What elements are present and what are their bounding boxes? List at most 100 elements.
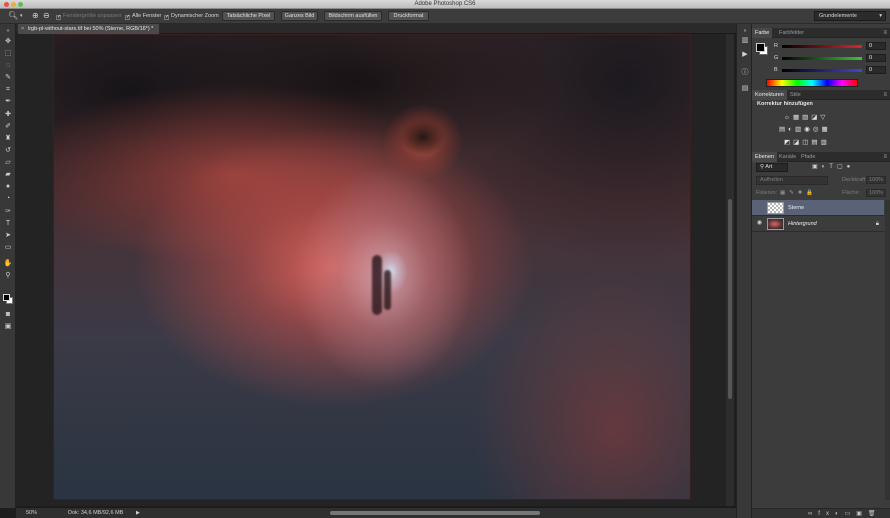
pen-tool-icon[interactable]: ✑ <box>2 207 14 217</box>
fill-screen-button[interactable]: Bildschirm ausfüllen <box>324 11 382 21</box>
clone-stamp-tool-icon[interactable]: ♜ <box>2 134 14 144</box>
document-tab[interactable]: × lrgb-pl-without-stars.tif bei 50% (Ste… <box>18 24 160 34</box>
print-size-button[interactable]: Druckformat <box>388 11 429 21</box>
screen-mode-icon[interactable]: ▣ <box>2 322 14 332</box>
gradient-tool-icon[interactable]: ▰ <box>2 170 14 180</box>
tab-channels[interactable]: Kanäle <box>776 152 799 162</box>
expand-arrows-icon[interactable]: « <box>740 26 750 36</box>
adjustment-icons-row-1[interactable]: ☼▦▨◪▽ <box>784 113 828 122</box>
fill-label: Fläche: <box>842 190 861 196</box>
zoom-level[interactable]: 50% <box>26 508 37 518</box>
layer-thumbnail[interactable] <box>767 218 784 230</box>
panel-menu-icon[interactable]: ≡ <box>883 152 887 162</box>
zoom-in-icon[interactable]: ⊕ <box>32 11 39 21</box>
status-menu-arrow-icon[interactable]: ▶ <box>136 508 140 518</box>
quick-selection-tool-icon[interactable]: ✎ <box>2 73 14 83</box>
checkbox-icon: ✓ <box>164 14 170 20</box>
eye-icon[interactable]: ◉ <box>755 219 764 228</box>
document-image[interactable] <box>53 34 691 500</box>
marquee-tool-icon[interactable]: ⬚ <box>2 49 14 59</box>
actual-pixels-button[interactable]: Tatsächliche Pixel <box>222 11 275 21</box>
tab-paths[interactable]: Pfade <box>798 152 818 162</box>
tab-adjustments[interactable]: Korrekturen <box>752 90 787 100</box>
fill-field[interactable]: 100% <box>866 189 886 197</box>
hand-tool-icon[interactable]: ✋ <box>2 259 14 269</box>
layer-name[interactable]: Hintergrund <box>788 216 817 232</box>
panel-menu-icon[interactable]: ≡ <box>883 28 887 38</box>
canvas-area[interactable] <box>16 34 732 506</box>
zoom-out-icon[interactable]: ⊖ <box>43 11 50 21</box>
layer-thumbnail[interactable] <box>767 202 784 214</box>
tab-styles[interactable]: Stile <box>787 90 804 100</box>
layers-scrollbar[interactable] <box>885 200 890 500</box>
properties-panel-icon[interactable]: ▤ <box>740 84 750 94</box>
layer-row-hintergrund[interactable]: ◉ Hintergrund 🔒︎ <box>752 216 884 232</box>
panel-menu-icon[interactable]: ≡ <box>883 90 887 100</box>
visibility-off-slot[interactable] <box>755 203 764 212</box>
foreground-color-swatch[interactable] <box>3 294 10 301</box>
red-slider[interactable]: R 0 <box>774 42 886 51</box>
tab-swatches[interactable]: Farbfelder <box>776 28 807 38</box>
dodge-tool-icon[interactable]: ◔ <box>2 194 14 204</box>
tab-color[interactable]: Farbe <box>752 28 773 38</box>
rectangle-tool-icon[interactable]: ▭ <box>2 243 14 253</box>
history-panel-icon[interactable]: ▥ <box>740 36 750 46</box>
scrollbar-thumb[interactable] <box>728 199 732 399</box>
blur-tool-icon[interactable]: ● <box>2 182 14 192</box>
history-brush-tool-icon[interactable]: ↺ <box>2 146 14 156</box>
tab-layers[interactable]: Ebenen <box>752 152 777 162</box>
zoom-tool-preset-icon[interactable]: 🔍︎ <box>8 11 18 21</box>
layer-action-icons[interactable]: ∞fx◐▭▣🗑 <box>808 509 882 518</box>
zoom-tool-icon[interactable]: ⚲ <box>2 271 14 281</box>
adjustment-icons-row-2[interactable]: ▤◐▥◉◎▦ <box>779 125 831 134</box>
horizontal-scrollbar[interactable] <box>150 509 732 516</box>
layers-footer: ∞fx◐▭▣🗑 <box>752 508 890 518</box>
blue-slider-track[interactable] <box>782 69 862 72</box>
eraser-tool-icon[interactable]: ▱ <box>2 158 14 168</box>
red-slider-track[interactable] <box>782 45 862 48</box>
foreground-color-swatch[interactable] <box>756 43 765 52</box>
workspace-select[interactable]: Grundelemente <box>814 11 886 21</box>
move-tool-icon[interactable]: ✥ <box>2 37 14 47</box>
eyedropper-tool-icon[interactable]: ✒ <box>2 97 14 107</box>
blend-mode-select[interactable]: Aufhellen <box>756 176 828 185</box>
opacity-label: Deckkraft: <box>842 177 867 183</box>
window-title: Adobe Photoshop CS6 <box>414 1 476 7</box>
blue-slider[interactable]: B 0 <box>774 66 886 75</box>
dynamic-zoom-checkbox[interactable]: ✓ Dynamischer Zoom <box>164 12 219 20</box>
crop-tool-icon[interactable]: ⌗ <box>2 85 14 95</box>
lasso-tool-icon[interactable]: ◌ <box>2 61 14 71</box>
right-panels: Farbe Farbfelder ≡ R 0 G 0 B 0 Korrektur… <box>752 24 890 518</box>
layer-kind-select[interactable]: ⚲ Art <box>756 163 788 172</box>
info-panel-icon[interactable]: ⓘ <box>740 68 750 78</box>
all-windows-checkbox[interactable]: ✓ Alle Fenster <box>125 12 161 20</box>
layer-filter-icons[interactable]: ▣◐T▢● <box>812 163 854 172</box>
opacity-field[interactable]: 100% <box>866 176 886 184</box>
fit-screen-button[interactable]: Ganzes Bild <box>281 11 318 21</box>
chevron-down-icon[interactable]: ▾ <box>20 11 23 21</box>
healing-brush-tool-icon[interactable]: ✚ <box>2 110 14 120</box>
vertical-scrollbar[interactable] <box>726 34 734 506</box>
adjustment-icons-row-3[interactable]: ◩◪◫▤▥ <box>784 138 830 147</box>
color-spectrum-bar[interactable] <box>766 79 858 87</box>
color-panel-header: Farbe Farbfelder ≡ <box>752 28 890 38</box>
quick-mask-icon[interactable]: ◙ <box>2 310 14 320</box>
document-size-info: Dok: 34,6 MB/92,6 MB <box>68 510 124 516</box>
path-selection-tool-icon[interactable]: ➤ <box>2 231 14 241</box>
brush-tool-icon[interactable]: ✐ <box>2 122 14 132</box>
green-value-field[interactable]: 0 <box>866 54 886 62</box>
blue-value-field[interactable]: 0 <box>866 66 886 74</box>
type-tool-icon[interactable]: T <box>2 219 14 229</box>
red-value-field[interactable]: 0 <box>866 42 886 50</box>
scrollbar-thumb[interactable] <box>330 511 540 515</box>
lock-icons[interactable]: ▦✎✚🔒 <box>780 189 817 198</box>
collapse-arrows-icon[interactable]: » <box>2 26 14 36</box>
resize-windows-checkbox[interactable]: ✓ Fenstergröße anpassen <box>56 12 121 20</box>
layer-name[interactable]: Sterne <box>788 200 804 216</box>
green-slider[interactable]: G 0 <box>774 54 886 63</box>
layer-row-sterne[interactable]: Sterne <box>752 200 884 216</box>
green-slider-track[interactable] <box>782 57 862 60</box>
lock-row: Fixieren: ▦✎✚🔒 Fläche: 100% <box>756 189 886 198</box>
close-icon[interactable]: × <box>21 24 24 34</box>
actions-panel-icon[interactable]: ▶ <box>740 50 750 60</box>
